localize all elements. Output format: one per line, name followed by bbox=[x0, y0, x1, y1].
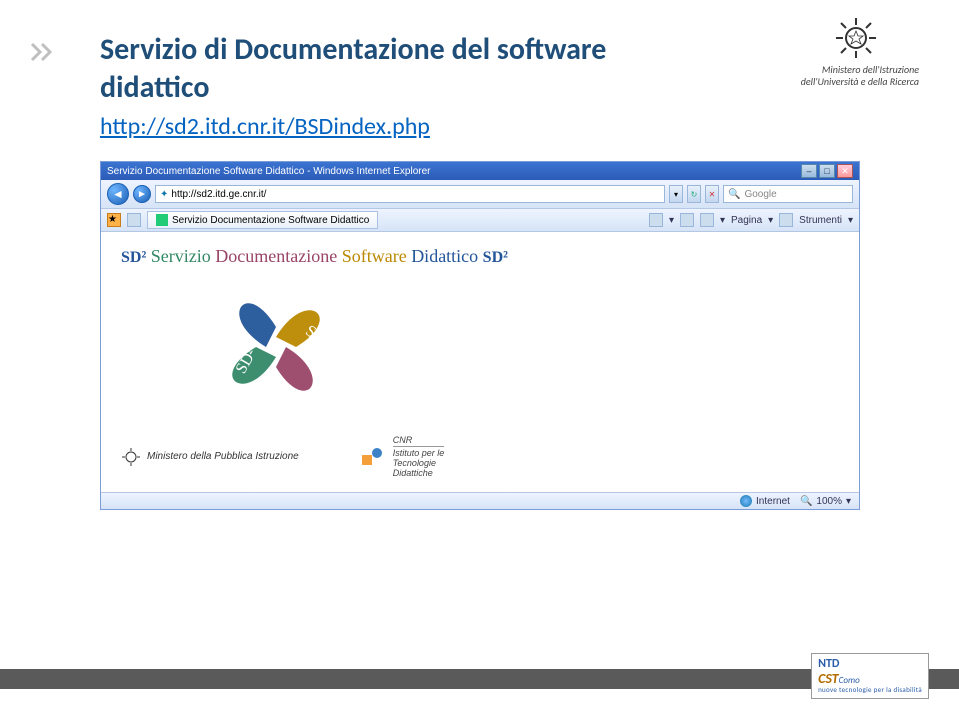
footer-ntd: NTD bbox=[818, 657, 839, 671]
ministry-line2: dell'Università e della Ricerca bbox=[801, 76, 919, 88]
globe-icon bbox=[740, 495, 752, 507]
security-zone: Internet bbox=[740, 495, 790, 507]
minimize-button[interactable]: – bbox=[801, 164, 817, 178]
maximize-button[interactable]: □ bbox=[819, 164, 835, 178]
address-text: http://sd2.itd.ge.cnr.it/ bbox=[171, 189, 266, 200]
tab-label: Servizio Documentazione Software Didatti… bbox=[172, 215, 369, 226]
home-icon[interactable] bbox=[649, 213, 663, 227]
cnr-label: CNR bbox=[393, 435, 445, 447]
sd2-word4: Didattico bbox=[411, 246, 478, 266]
ministry-label: Ministero dell'Istruzione dell'Universit… bbox=[801, 64, 919, 88]
cnr-block: CNR Istituto per le Tecnologie Didattich… bbox=[359, 435, 445, 478]
back-button[interactable]: ◄ bbox=[107, 183, 129, 205]
forward-button[interactable]: ► bbox=[133, 185, 151, 203]
mini-emblem-icon bbox=[121, 447, 141, 467]
refresh-button[interactable]: ↻ bbox=[687, 185, 701, 203]
tab-favicon bbox=[156, 214, 168, 226]
sd2-word3: Software bbox=[342, 246, 407, 266]
toolbar-sep1: ▾ bbox=[669, 215, 674, 226]
toolbar-sep2: ▾ bbox=[720, 215, 725, 226]
sd2-heading: SD² Servizio Documentazione Software Did… bbox=[121, 246, 839, 267]
search-box[interactable]: 🔍 Google bbox=[723, 185, 853, 203]
bullet-icon bbox=[30, 40, 60, 64]
sd2-badge-right: SD² bbox=[483, 249, 508, 266]
window-controls: – □ ✕ bbox=[801, 164, 853, 178]
search-icon: 🔍 bbox=[728, 189, 740, 200]
zone-label: Internet bbox=[756, 496, 790, 507]
slide-title-line2: didattico bbox=[100, 69, 899, 106]
sd2-word1: Servizio bbox=[151, 246, 211, 266]
zoom-drop: ▾ bbox=[846, 496, 851, 507]
zoom-control[interactable]: 🔍 100% ▾ bbox=[800, 496, 851, 507]
toolbar-right: ▾ ▾ Pagina ▾ Strumenti ▾ bbox=[649, 213, 853, 227]
page-icon: ✦ bbox=[160, 189, 168, 200]
toolbar-sep3: ▾ bbox=[768, 215, 773, 226]
addfav-icon[interactable] bbox=[127, 213, 141, 227]
sd2-word2: Documentazione bbox=[215, 246, 337, 266]
browser-tab[interactable]: Servizio Documentazione Software Didatti… bbox=[147, 211, 378, 229]
browser-tabrow: ★ Servizio Documentazione Software Didat… bbox=[101, 209, 859, 232]
zoom-icon: 🔍 bbox=[800, 496, 812, 507]
slide-title-line1: Servizio di Documentazione del software bbox=[100, 30, 899, 69]
search-placeholder: Google bbox=[744, 189, 776, 200]
footer-logo: NTD CSTComo nuove tecnologie per la disa… bbox=[811, 653, 929, 699]
zoom-value: 100% bbox=[816, 496, 842, 507]
footer-subtitle: nuove tecnologie per la disabilità bbox=[818, 686, 922, 694]
sd2-badge-left: SD² bbox=[121, 249, 146, 266]
feed-icon[interactable] bbox=[680, 213, 694, 227]
close-button[interactable]: ✕ bbox=[837, 164, 853, 178]
itd-line1: Istituto per le bbox=[393, 448, 445, 458]
content-footer: Ministero della Pubblica Istruzione CNR … bbox=[121, 435, 839, 478]
ministero-label: Ministero della Pubblica Istruzione bbox=[147, 451, 299, 462]
page-menu[interactable]: Pagina bbox=[731, 215, 762, 226]
sd2-logo: SD² SD² SD² SD² bbox=[201, 277, 351, 417]
browser-titlebar: Servizio Documentazione Software Didatti… bbox=[101, 162, 859, 180]
state-emblem bbox=[833, 15, 879, 66]
address-dropdown[interactable]: ▾ bbox=[669, 185, 683, 203]
footer-como: Como bbox=[839, 675, 860, 686]
window-title: Servizio Documentazione Software Didatti… bbox=[107, 166, 430, 177]
itd-line3: Didattiche bbox=[393, 468, 445, 478]
tools-menu[interactable]: Strumenti bbox=[799, 215, 842, 226]
tools-icon[interactable] bbox=[779, 213, 793, 227]
toolbar-sep4: ▾ bbox=[848, 215, 853, 226]
print-icon[interactable] bbox=[700, 213, 714, 227]
itd-line2: Tecnologie bbox=[393, 458, 445, 468]
itd-icon bbox=[359, 445, 387, 469]
browser-window: Servizio Documentazione Software Didatti… bbox=[100, 161, 860, 510]
favorites-icon[interactable]: ★ bbox=[107, 213, 121, 227]
browser-statusbar: Internet 🔍 100% ▾ bbox=[101, 492, 859, 509]
browser-navbar: ◄ ► ✦ http://sd2.itd.ge.cnr.it/ ▾ ↻ ✕ 🔍 … bbox=[101, 180, 859, 209]
slide-link[interactable]: http://sd2.itd.cnr.it/BSDindex.php bbox=[100, 112, 430, 141]
page-content: SD² Servizio Documentazione Software Did… bbox=[101, 232, 859, 492]
address-bar[interactable]: ✦ http://sd2.itd.ge.cnr.it/ bbox=[155, 185, 665, 203]
stop-button[interactable]: ✕ bbox=[705, 185, 719, 203]
